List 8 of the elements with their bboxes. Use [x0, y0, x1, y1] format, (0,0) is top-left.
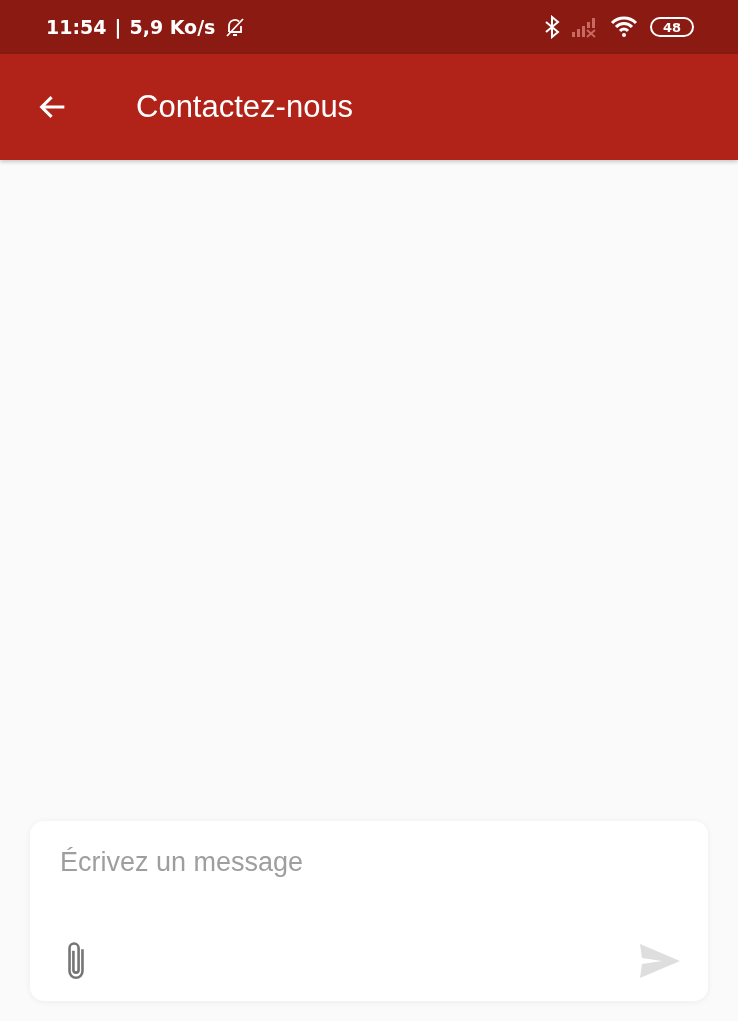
clock: 11:54	[46, 16, 107, 38]
battery-level: 48	[650, 17, 694, 37]
page-title: Contactez-nous	[136, 89, 354, 125]
bluetooth-icon	[544, 15, 560, 39]
wifi-icon	[610, 16, 638, 38]
network-speed: 5,9 Ko/s	[129, 16, 216, 38]
no-signal-icon	[572, 16, 598, 38]
separator: |	[114, 16, 122, 38]
